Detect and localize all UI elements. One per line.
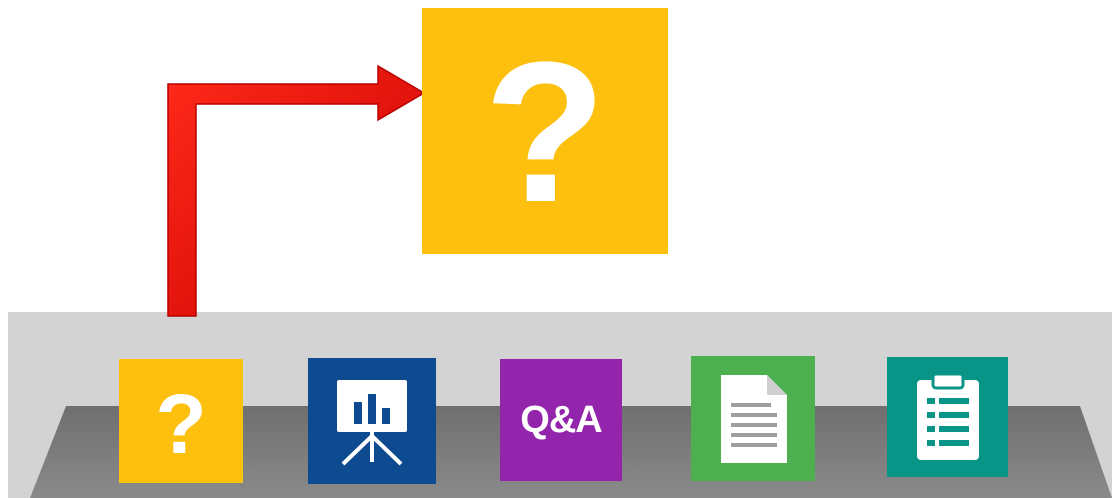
question-mark-icon: ? [155,377,207,471]
presentation-button[interactable] [308,358,436,484]
screen: ? ? Q&A [0,0,1112,498]
help-button[interactable]: ? [119,359,243,483]
document-button[interactable] [691,356,815,481]
qa-button[interactable]: Q&A [500,359,622,481]
question-mark-icon: ? [483,21,607,244]
qa-icon: Q&A [520,398,602,441]
presentation-board-icon [337,380,407,466]
clipboard-list-icon [916,372,979,460]
document-icon [721,374,787,463]
survey-button[interactable] [887,357,1008,477]
help-preview-tile: ? [422,8,668,254]
